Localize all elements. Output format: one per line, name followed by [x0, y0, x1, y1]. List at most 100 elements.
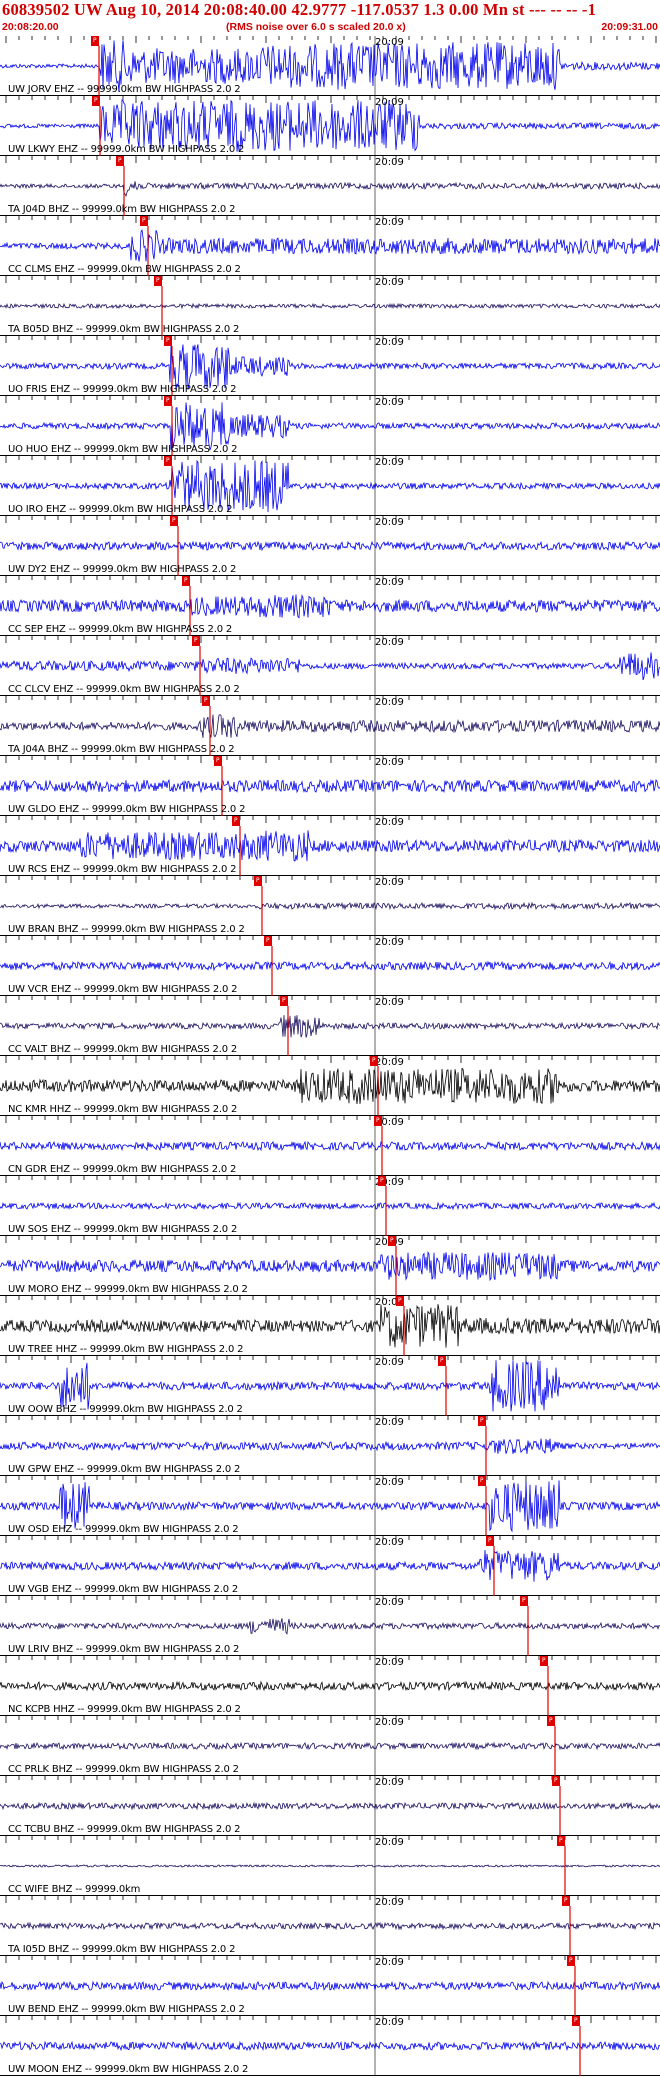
time-tick-label: 20:09 [375, 577, 404, 588]
trace-row[interactable]: NC KMR HHZ -- 99999.0km BW HIGHPASS 2.0 … [0, 1056, 660, 1116]
pick-marker[interactable]: P [388, 1236, 396, 1246]
pick-marker[interactable]: P [478, 1476, 486, 1486]
time-tick-label: 20:09 [375, 1537, 404, 1548]
pick-marker[interactable]: P [547, 1716, 555, 1726]
pick-marker[interactable]: P [374, 1116, 382, 1126]
time-tick-label: 20:09 [375, 697, 404, 708]
station-label: UW BRAN BHZ -- 99999.0km BW HIGHPASS 2.0… [8, 924, 245, 935]
scaling-note: (RMS noise over 6.0 s scaled 20.0 x) [226, 21, 406, 33]
pick-marker[interactable]: P [140, 216, 148, 226]
time-tick-label: 20:09 [375, 1837, 404, 1848]
time-tick-label: 20:09 [375, 1717, 404, 1728]
trace-row[interactable]: TA I05D BHZ -- 99999.0km BW HIGHPASS 2.0… [0, 1896, 660, 1956]
trace-row[interactable]: UW LKWY EHZ -- 99999.0km BW HIGHPASS 2.0… [0, 96, 660, 156]
seismogram-plot[interactable]: UW JORV EHZ -- 99999.0km BW HIGHPASS 2.0… [0, 36, 660, 2078]
trace-row[interactable]: UW VGB EHZ -- 99999.0km BW HIGHPASS 2.0 … [0, 1536, 660, 1596]
trace-row[interactable]: UW SOS EHZ -- 99999.0km BW HIGHPASS 2.0 … [0, 1176, 660, 1236]
end-time: 20:09:31.00 [601, 21, 658, 33]
trace-row[interactable]: NC KCPB HHZ -- 99999.0km BW HIGHPASS 2.0… [0, 1656, 660, 1716]
trace-row[interactable]: UO IRO EHZ -- 99999.0km BW HIGHPASS 2.0 … [0, 456, 660, 516]
trace-row[interactable]: CC SEP EHZ -- 99999.0km BW HIGHPASS 2.0 … [0, 576, 660, 636]
pick-marker[interactable]: P [182, 576, 190, 586]
pick-marker[interactable]: P [378, 1176, 386, 1186]
trace-row[interactable]: UW BEND EHZ -- 99999.0km BW HIGHPASS 2.0… [0, 1956, 660, 2016]
station-label: NC KMR HHZ -- 99999.0km BW HIGHPASS 2.0 … [8, 1104, 238, 1115]
trace-row[interactable]: UW LRIV BHZ -- 99999.0km BW HIGHPASS 2.0… [0, 1596, 660, 1656]
pick-marker[interactable]: P [486, 1536, 494, 1546]
station-label: UW DY2 EHZ -- 99999.0km BW HIGHPASS 2.0 … [8, 564, 237, 575]
pick-marker[interactable]: P [572, 2016, 580, 2026]
pick-marker[interactable]: P [170, 516, 178, 526]
time-tick-label: 20:09 [375, 337, 404, 348]
trace-row[interactable]: TA J04A BHZ -- 99999.0km BW HIGHPASS 2.0… [0, 696, 660, 756]
trace-row[interactable]: CC CLMS EHZ -- 99999.0km BW HIGHPASS 2.0… [0, 216, 660, 276]
trace-row[interactable]: UO FRIS EHZ -- 99999.0km BW HIGHPASS 2.0… [0, 336, 660, 396]
time-tick-label: 20:09 [375, 1657, 404, 1668]
time-tick-label: 20:09 [375, 997, 404, 1008]
time-tick-label: 20:09 [375, 637, 404, 648]
time-tick-label: 20:09 [375, 937, 404, 948]
station-label: UW OSD EHZ -- 99999.0km BW HIGHPASS 2.0 … [8, 1524, 239, 1535]
pick-marker[interactable]: P [264, 936, 272, 946]
trace-row[interactable]: UW RCS EHZ -- 99999.0km BW HIGHPASS 2.0 … [0, 816, 660, 876]
pick-marker[interactable]: P [552, 1776, 560, 1786]
trace-row[interactable]: UW VCR EHZ -- 99999.0km BW HIGHPASS 2.0 … [0, 936, 660, 996]
time-tick-label: 20:09 [375, 517, 404, 528]
pick-marker[interactable]: P [116, 156, 124, 166]
time-tick-label: 20:09 [375, 97, 404, 108]
trace-row[interactable]: CN GDR EHZ -- 99999.0km BW HIGHPASS 2.0 … [0, 1116, 660, 1176]
station-label: TA I05D BHZ -- 99999.0km BW HIGHPASS 2.0… [8, 1944, 236, 1955]
trace-row[interactable]: UW BRAN BHZ -- 99999.0km BW HIGHPASS 2.0… [0, 876, 660, 936]
time-tick-label: 20:09 [375, 2017, 404, 2028]
station-label: UW LRIV BHZ -- 99999.0km BW HIGHPASS 2.0… [8, 1644, 240, 1655]
station-label: UW TREE HHZ -- 99999.0km BW HIGHPASS 2.0… [8, 1344, 244, 1355]
time-tick-label: 20:09 [375, 277, 404, 288]
pick-marker[interactable]: P [254, 876, 262, 886]
pick-marker[interactable]: P [370, 1056, 378, 1066]
pick-marker[interactable]: P [280, 996, 288, 1006]
trace-row[interactable]: CC TCBU BHZ -- 99999.0km BW HIGHPASS 2.0… [0, 1776, 660, 1836]
trace-row[interactable]: CC VALT BHZ -- 99999.0km BW HIGHPASS 2.0… [0, 996, 660, 1056]
trace-row[interactable]: UO HUO EHZ -- 99999.0km BW HIGHPASS 2.0 … [0, 396, 660, 456]
pick-marker[interactable]: P [396, 1296, 404, 1306]
trace-row[interactable]: TA J04D BHZ -- 99999.0km BW HIGHPASS 2.0… [0, 156, 660, 216]
pick-marker[interactable]: P [540, 1656, 548, 1666]
trace-row[interactable]: UW GPW EHZ -- 99999.0km BW HIGHPASS 2.0 … [0, 1416, 660, 1476]
trace-row[interactable]: UW TREE HHZ -- 99999.0km BW HIGHPASS 2.0… [0, 1296, 660, 1356]
pick-marker[interactable]: P [164, 336, 172, 346]
pick-marker[interactable]: P [202, 696, 210, 706]
time-tick-label: 20:09 [375, 1957, 404, 1968]
trace-row[interactable]: UW MORO EHZ -- 99999.0km BW HIGHPASS 2.0… [0, 1236, 660, 1296]
trace-row[interactable]: UW OOW BHZ -- 99999.0km BW HIGHPASS 2.0 … [0, 1356, 660, 1416]
pick-marker[interactable]: P [232, 816, 240, 826]
trace-row[interactable]: UW DY2 EHZ -- 99999.0km BW HIGHPASS 2.0 … [0, 516, 660, 576]
trace-row[interactable]: UW MOON EHZ -- 99999.0km BW HIGHPASS 2.0… [0, 2016, 660, 2076]
pick-marker[interactable]: P [154, 276, 162, 286]
pick-marker[interactable]: P [520, 1596, 528, 1606]
trace-row[interactable]: CC PRLK BHZ -- 99999.0km BW HIGHPASS 2.0… [0, 1716, 660, 1776]
trace-row[interactable]: UW GLDO EHZ -- 99999.0km BW HIGHPASS 2.0… [0, 756, 660, 816]
pick-marker[interactable]: P [91, 36, 99, 46]
station-label: UW RCS EHZ -- 99999.0km BW HIGHPASS 2.0 … [8, 864, 237, 875]
trace-row[interactable]: CC WIFE BHZ -- 99999.0km 20:09 P [0, 1836, 660, 1896]
pick-marker[interactable]: P [164, 456, 172, 466]
station-label: UW LKWY EHZ -- 99999.0km BW HIGHPASS 2.0… [8, 144, 245, 155]
trace-row[interactable]: UW OSD EHZ -- 99999.0km BW HIGHPASS 2.0 … [0, 1476, 660, 1536]
station-label: UW MORO EHZ -- 99999.0km BW HIGHPASS 2.0… [8, 1284, 248, 1295]
pick-marker[interactable]: P [214, 756, 222, 766]
pick-marker[interactable]: P [438, 1356, 446, 1366]
pick-marker[interactable]: P [192, 636, 200, 646]
pick-marker[interactable]: P [562, 1896, 570, 1906]
pick-marker[interactable]: P [557, 1836, 565, 1846]
trace-row[interactable]: UW JORV EHZ -- 99999.0km BW HIGHPASS 2.0… [0, 36, 660, 96]
pick-marker[interactable]: P [164, 396, 172, 406]
station-label: UO HUO EHZ -- 99999.0km BW HIGHPASS 2.0 … [8, 444, 238, 455]
station-label: UW JORV EHZ -- 99999.0km BW HIGHPASS 2.0… [8, 84, 241, 95]
trace-row[interactable]: CC CLCV EHZ -- 99999.0km BW HIGHPASS 2.0… [0, 636, 660, 696]
pick-marker[interactable]: P [92, 96, 100, 106]
trace-row[interactable]: TA B05D BHZ -- 99999.0km BW HIGHPASS 2.0… [0, 276, 660, 336]
pick-marker[interactable]: P [478, 1416, 486, 1426]
time-tick-label: 20:09 [375, 1597, 404, 1608]
station-label: CC CLMS EHZ -- 99999.0km BW HIGHPASS 2.0… [8, 264, 241, 275]
pick-marker[interactable]: P [567, 1956, 575, 1966]
